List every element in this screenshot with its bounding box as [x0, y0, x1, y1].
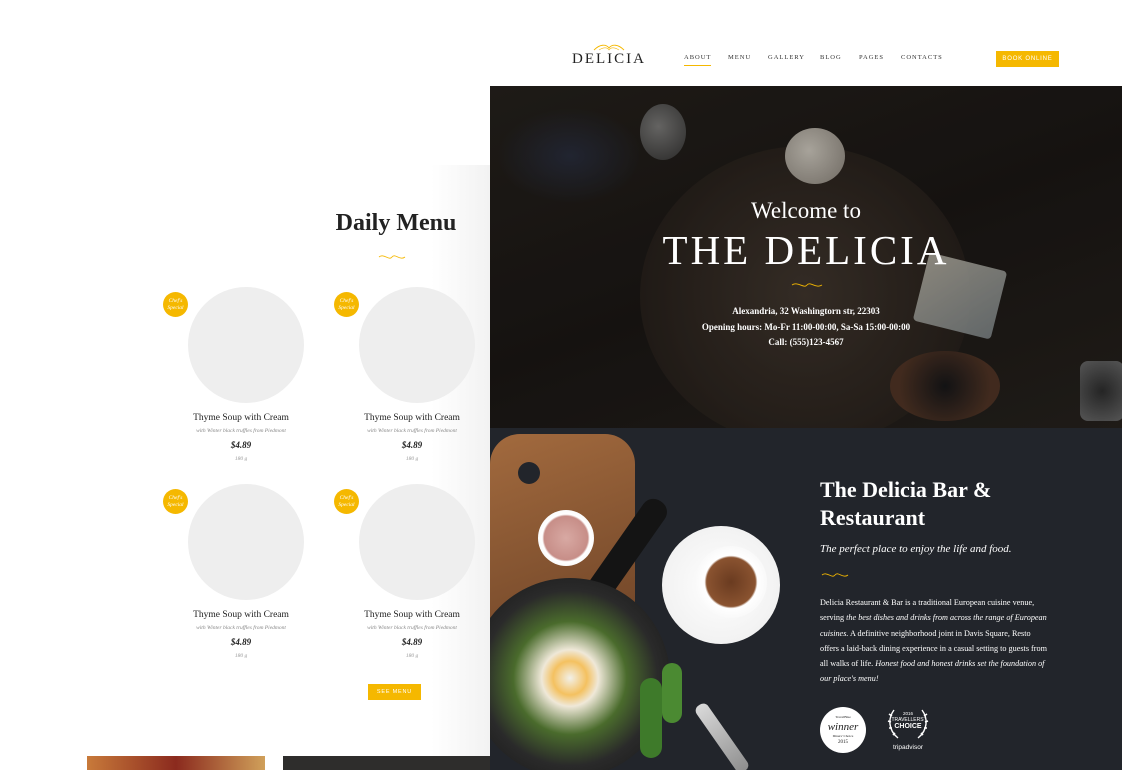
- award-line: 2015: [838, 740, 848, 745]
- dish-name[interactable]: Thyme Soup with Cream: [158, 413, 324, 423]
- nav-item-gallery[interactable]: GALLERY: [768, 54, 805, 65]
- about-section: The Delicia Bar & Restaurant The perfect…: [490, 428, 1122, 770]
- dish-weight: 180 g: [234, 653, 248, 659]
- daily-menu-panel: [0, 165, 490, 770]
- hero-title: THE DELICIA: [662, 227, 950, 273]
- hero-hours: Opening hours: Mo-Fr 11:00-00:00, Sa-Sa …: [701, 321, 911, 332]
- cucumber-image: [640, 678, 662, 758]
- dish-image[interactable]: [359, 287, 475, 403]
- dish-description: with Winter black truffles from Piedmont: [367, 625, 457, 631]
- book-online-button[interactable]: BOOK ONLINE: [996, 51, 1059, 67]
- dish-name[interactable]: Thyme Soup with Cream: [329, 610, 495, 620]
- dish-price: $4.89: [401, 440, 423, 450]
- hero-phone[interactable]: Call: (555)123-4567: [490, 335, 1122, 351]
- hero-welcome: Welcome to: [751, 198, 861, 223]
- coffee-cup-image: [695, 546, 767, 618]
- dish-weight: 180 g: [405, 456, 419, 462]
- chef-special-badge: Chef's Special: [163, 292, 188, 317]
- ornament-icon: [821, 573, 849, 577]
- hero-contact-info: Alexandria, 32 Washingtorn str, 22303 Op…: [490, 304, 1122, 351]
- tripadvisor-badge: 2016 TRAVELLERS' CHOICE tripadvisor: [882, 706, 934, 756]
- dish-name[interactable]: Thyme Soup with Cream: [329, 413, 495, 423]
- nav-item-blog[interactable]: BLOG: [820, 54, 842, 65]
- award-year: 2016: [902, 711, 913, 716]
- ornament-icon: [791, 283, 823, 287]
- logo[interactable]: DELICIA: [572, 44, 644, 68]
- nav-item-about[interactable]: ABOUT: [684, 54, 712, 66]
- dish-description: with Winter black truffles from Piedmont: [196, 428, 286, 434]
- dish-price: $4.89: [230, 637, 252, 647]
- dish-price: $4.89: [401, 637, 423, 647]
- gallery-peek-image: [87, 756, 265, 770]
- knife-image: [693, 701, 751, 770]
- dish-image[interactable]: [188, 484, 304, 600]
- daily-menu-title: Daily Menu: [335, 210, 457, 236]
- dish-description: with Winter black truffles from Piedmont: [367, 428, 457, 434]
- dish-name[interactable]: Thyme Soup with Cream: [158, 610, 324, 620]
- hero-section: Welcome to THE DELICIA Alexandria, 32 Wa…: [490, 86, 1122, 428]
- award-line: winner: [827, 721, 859, 733]
- award-line: TravelBlue: [835, 715, 851, 719]
- dish-description: with Winter black truffles from Piedmont: [196, 625, 286, 631]
- chef-special-badge: Chef's Special: [163, 489, 188, 514]
- ornament-icon: [378, 255, 406, 259]
- award-line: tripadvisor: [893, 744, 923, 751]
- cucumber-image: [662, 663, 682, 723]
- dish-weight: 180 g: [405, 653, 419, 659]
- about-tagline: The perfect place to enjoy the life and …: [820, 543, 1012, 555]
- chef-special-badge: Chef's Special: [334, 489, 359, 514]
- dish-image[interactable]: [188, 287, 304, 403]
- board-hole: [518, 462, 540, 484]
- award-line: CHOICE: [894, 723, 922, 730]
- dish-image[interactable]: [359, 484, 475, 600]
- nav-item-contacts[interactable]: CONTACTS: [901, 54, 943, 65]
- logo-text: DELICIA: [572, 51, 646, 67]
- chef-special-badge: Chef's Special: [334, 292, 359, 317]
- nav-item-pages[interactable]: PAGES: [859, 54, 884, 65]
- about-title: The Delicia Bar & Restaurant: [820, 477, 992, 530]
- salt-bowl-image: [538, 510, 594, 566]
- dish-weight: 180 g: [234, 456, 248, 462]
- gallery-peek-image: [283, 756, 490, 770]
- award-winner-badge: TravelBlue winner Diners' Choice 2015: [820, 707, 866, 753]
- nav-item-menu[interactable]: MENU: [728, 54, 751, 65]
- award-line: Diners' Choice: [832, 734, 854, 738]
- dish-price: $4.89: [230, 440, 252, 450]
- see-menu-button[interactable]: SEE MENU: [368, 684, 421, 700]
- hero-address: Alexandria, 32 Washingtorn str, 22303: [732, 306, 880, 316]
- about-body: Delicia Restaurant & Bar is a traditiona…: [820, 595, 1050, 687]
